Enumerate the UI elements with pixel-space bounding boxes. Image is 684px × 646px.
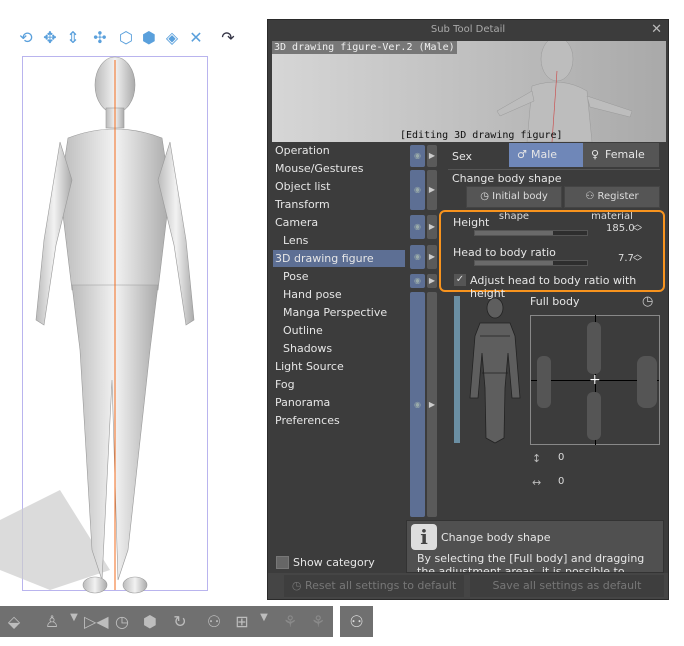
joint-rotate-icon: ⚘	[310, 612, 326, 631]
joint-icon: ⚘	[282, 612, 298, 631]
menu-item[interactable]: Panorama	[273, 394, 405, 411]
menu-item[interactable]: Preferences	[273, 412, 405, 429]
horizontal-arrow-icon: ↔	[532, 476, 542, 489]
preview-area: 3D drawing figure-Ver.2 (Male) [Editing …	[272, 41, 666, 142]
full-body-label: Full body	[530, 295, 580, 308]
menu-item[interactable]: Camera	[273, 214, 405, 231]
zoom-camera-icon[interactable]: ⇕	[63, 28, 83, 48]
menu-item[interactable]: Object list	[273, 178, 405, 195]
dropdown-icon[interactable]: ▼	[254, 612, 274, 623]
body-shape-button[interactable]: ⚇	[340, 606, 373, 637]
menu-item[interactable]: Pose	[273, 268, 405, 285]
body-shape-icon: ⚇	[349, 612, 364, 631]
sex-male-button[interactable]: ♂ Male	[509, 143, 583, 167]
eye-icon[interactable]: ◉	[410, 245, 425, 269]
eye-icon[interactable]: ◉	[410, 274, 425, 288]
reset-position-icon[interactable]: ⬢	[140, 612, 160, 631]
reset-rotation-icon[interactable]: ↻	[170, 612, 190, 631]
reset-icon: ◷	[291, 579, 305, 592]
dialog-footer: ◷ Reset all settings to default Save all…	[268, 573, 668, 599]
rotate-camera-icon[interactable]: ⟲	[16, 28, 36, 48]
preview-figure	[496, 41, 633, 142]
ratio-value[interactable]: 7.7	[618, 253, 634, 264]
rotate-object-x-icon[interactable]: ⬢	[139, 28, 159, 48]
divider	[448, 169, 660, 170]
expand-arrow-icon[interactable]: ▶	[427, 215, 437, 239]
eye-icon[interactable]: ◉	[410, 292, 425, 517]
vertical-value[interactable]: 0	[558, 452, 564, 463]
height-spinner-icon[interactable]: ︿ ﹀	[633, 221, 642, 238]
reset-pose-icon[interactable]: ◷	[112, 612, 132, 631]
change-body-shape-label: Change body shape	[452, 172, 562, 185]
flip-horizontal-icon[interactable]: ▷◀	[84, 612, 109, 631]
expand-arrow-icon[interactable]: ▶	[427, 145, 437, 167]
show-category-label: Show category	[293, 556, 375, 569]
menu-item[interactable]: Hand pose	[273, 286, 405, 303]
expand-arrow-icon[interactable]: ▶	[427, 245, 437, 269]
fit-camera-icon[interactable]: ⊞	[232, 612, 252, 631]
drop-to-ground-icon[interactable]: ⬙	[4, 612, 24, 631]
reset-full-body-icon[interactable]: ◷	[642, 294, 653, 309]
register-material-icon[interactable]: ⚇	[204, 612, 224, 631]
expand-arrow-icon[interactable]: ▶	[427, 274, 437, 288]
male-icon: ♂	[517, 148, 527, 161]
preview-title: 3D drawing figure-Ver.2 (Male)	[272, 41, 457, 54]
female-icon: ♀	[591, 148, 600, 161]
reset-all-button[interactable]: ◷ Reset all settings to default	[284, 575, 464, 597]
close-icon[interactable]: ✕	[651, 20, 662, 40]
save-all-button[interactable]: Save all settings as default	[470, 575, 664, 597]
menu-item[interactable]: Fog	[273, 376, 405, 393]
info-box: i Change body shape By selecting the [Fu…	[406, 520, 664, 573]
horizontal-value[interactable]: 0	[558, 476, 564, 487]
ratio-label: Head to body ratio	[453, 246, 556, 259]
height-label: Height	[453, 216, 490, 229]
sex-label: Sex	[452, 150, 473, 163]
eye-icon[interactable]: ◉	[410, 215, 425, 239]
3d-figure-model[interactable]	[0, 50, 240, 610]
menu-item[interactable]: Mouse/Gestures	[273, 160, 405, 177]
eye-icon[interactable]: ◉	[410, 170, 425, 210]
menu-item[interactable]: 3D drawing figure	[273, 250, 405, 267]
sex-female-button[interactable]: ♀ Female	[583, 143, 659, 167]
ratio-slider[interactable]	[474, 260, 588, 266]
editing-label: [Editing 3D drawing figure]	[400, 130, 563, 141]
menu-item[interactable]: Shadows	[273, 340, 405, 357]
expand-arrow-icon[interactable]: ▶	[427, 292, 437, 517]
eye-icon[interactable]: ◉	[410, 145, 425, 167]
rotate-object-y-icon[interactable]: ◈	[162, 28, 182, 48]
sub-tool-detail-dialog: Sub Tool Detail ✕ 3D drawing figure-Ver.…	[267, 19, 669, 600]
dropdown-icon[interactable]: ▼	[64, 612, 84, 623]
reset-icon: ◷	[480, 191, 493, 202]
menu-item[interactable]: Lens	[273, 232, 405, 249]
initial-body-shape-button[interactable]: ◷ Initial body shape	[466, 186, 562, 222]
add-figure-icon[interactable]: ♙	[42, 612, 62, 631]
body-part-diagram[interactable]	[460, 298, 530, 448]
adjust-ratio-checkbox[interactable]: ✓	[454, 274, 466, 286]
crosshair-icon[interactable]: +	[589, 372, 601, 388]
expand-arrow-icon[interactable]: ▶	[427, 170, 437, 210]
menu-item[interactable]: Outline	[273, 322, 405, 339]
ratio-spinner-icon[interactable]: ︿ ﹀	[633, 251, 642, 268]
pan-camera-icon[interactable]: ✥	[40, 28, 60, 48]
register-icon: ⚇	[585, 191, 598, 202]
menu-item[interactable]: Transform	[273, 196, 405, 213]
menu-item[interactable]: Manga Perspective	[273, 304, 405, 321]
move-ground-icon[interactable]: ✕	[186, 28, 206, 48]
info-title: Change body shape	[441, 531, 551, 544]
dialog-title: Sub Tool Detail	[430, 24, 506, 35]
snap-icon[interactable]: ↷	[218, 28, 238, 48]
info-text: By selecting the [Full body] and draggin…	[417, 552, 645, 573]
info-icon: i	[411, 524, 437, 550]
show-category-checkbox[interactable]	[276, 556, 289, 569]
vertical-arrow-icon: ↕	[532, 452, 542, 465]
height-slider[interactable]	[474, 230, 588, 236]
object-launcher-toolbar: ⬙ ♙ ▼ ▷◀ ◷ ⬢ ↻ ⚇ ⊞ ▼ ⚘ ⚘	[0, 606, 333, 637]
menu-item[interactable]: Operation	[273, 142, 405, 159]
move-object-icon[interactable]: ✣	[90, 28, 110, 48]
register-material-button[interactable]: ⚇ Register material	[564, 186, 660, 222]
menu-item[interactable]: Light Source	[273, 358, 405, 375]
height-value[interactable]: 185.0	[606, 223, 635, 234]
rotate-object-icon[interactable]: ⬡	[116, 28, 136, 48]
body-shape-grid[interactable]: +	[530, 315, 660, 445]
